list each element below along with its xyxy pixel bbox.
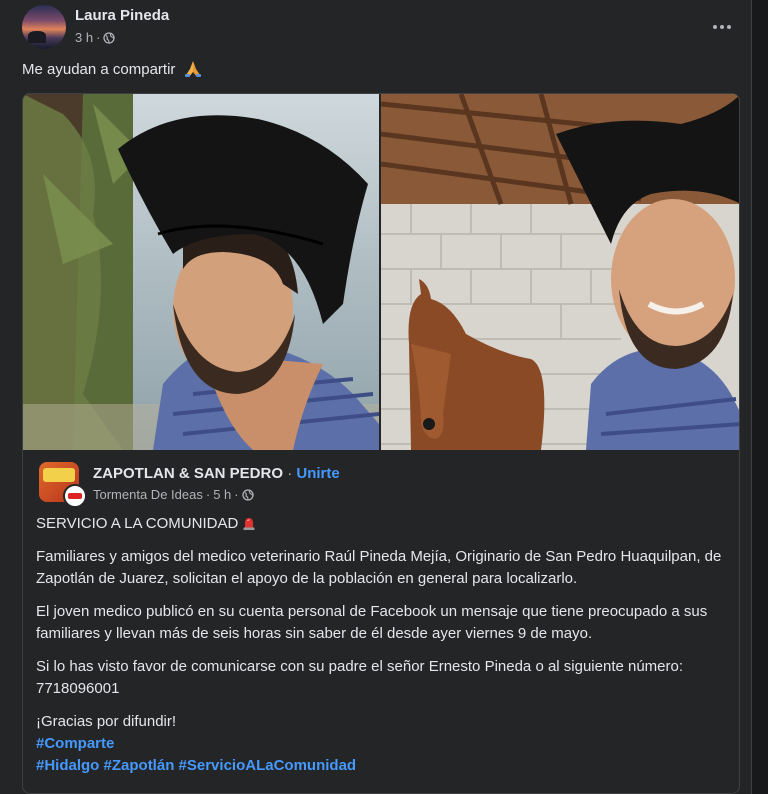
post-text-content: Me ayudan a compartir: [22, 60, 176, 78]
group-avatar[interactable]: [63, 484, 87, 508]
shared-paragraph-1: Familiares y amigos del medico veterinar…: [36, 548, 722, 587]
more-options-icon[interactable]: [708, 13, 736, 41]
join-button[interactable]: Unirte: [296, 465, 339, 482]
shared-paragraph-2: El joven medico publicó en su cuenta per…: [36, 603, 708, 642]
shared-heading-line: SERVICIO A LA COMUNIDAD: [36, 513, 726, 535]
page-name[interactable]: ZAPOTLAN & SAN PEDRO: [93, 465, 283, 482]
shared-meta-separator-2: ·: [234, 487, 239, 502]
meta-separator: ·: [96, 30, 101, 45]
hashtag-hidalgo[interactable]: #Hidalgo: [36, 757, 99, 774]
photo-man-with-horse[interactable]: [381, 94, 739, 450]
post-time[interactable]: 3 h: [75, 30, 93, 45]
shared-time[interactable]: 5 h: [213, 487, 231, 502]
photo-man-outdoors[interactable]: [23, 94, 379, 450]
post-text: Me ayudan a compartir: [22, 60, 203, 78]
shared-meta: Tormenta De Ideas · 5 h ·: [93, 487, 254, 502]
shared-paragraph-3: Si lo has visto favor de comunicarse con…: [36, 658, 684, 697]
hashtag-comparte[interactable]: #Comparte: [36, 735, 114, 752]
shared-post-body: SERVICIO A LA COMUNIDAD Familiares y ami…: [36, 513, 726, 777]
shared-author[interactable]: Tormenta De Ideas: [93, 487, 203, 502]
shared-post-card[interactable]: ZAPOTLAN & SAN PEDRO · Unirte Tormenta D…: [22, 93, 740, 794]
author-name[interactable]: Laura Pineda: [75, 7, 169, 24]
avatar[interactable]: [22, 5, 66, 49]
page-line: ZAPOTLAN & SAN PEDRO · Unirte: [93, 465, 340, 482]
shared-heading: SERVICIO A LA COMUNIDAD: [36, 515, 239, 532]
post-card: Laura Pineda 3 h · Me ayudan a compartir: [0, 0, 752, 794]
globe-icon[interactable]: [103, 31, 116, 44]
shared-closing: ¡Gracias por difundir! #Comparte #Hidalg…: [36, 711, 726, 777]
shared-meta-separator: ·: [205, 487, 211, 502]
page-separator: ·: [287, 465, 293, 482]
siren-icon: [243, 518, 255, 530]
shared-thanks: ¡Gracias por difundir!: [36, 713, 177, 730]
post-meta: 3 h ·: [75, 30, 116, 45]
globe-icon[interactable]: [241, 488, 254, 501]
photo-collage[interactable]: [23, 94, 739, 450]
hashtag-servicio[interactable]: #ServicioALaComunidad: [179, 757, 357, 774]
folded-hands-icon: [185, 61, 202, 77]
shared-post-header: ZAPOTLAN & SAN PEDRO · Unirte Tormenta D…: [39, 462, 719, 508]
post-header: Laura Pineda 3 h ·: [22, 5, 742, 49]
hashtag-zapotlan[interactable]: #Zapotlán: [104, 757, 175, 774]
